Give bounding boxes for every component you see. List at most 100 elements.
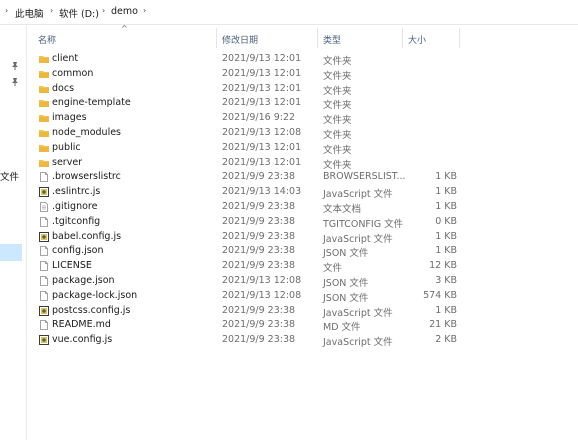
- column-header-date[interactable]: 修改日期: [222, 33, 258, 46]
- file-type: 文件夹: [323, 144, 352, 156]
- nav-item-selected[interactable]: [0, 244, 22, 261]
- file-type: JavaScript 文件: [323, 189, 393, 201]
- breadcrumb-item-drive[interactable]: 软件 (D:): [59, 6, 99, 20]
- column-divider[interactable]: [459, 28, 460, 48]
- file-date: 2021/9/13 12:08: [222, 275, 302, 286]
- file-date: 2021/9/13 12:01: [222, 141, 302, 153]
- folder-icon: [39, 158, 49, 168]
- file-type: 文件夹: [323, 130, 352, 141]
- file-date: 2021/9/9 23:38: [222, 201, 296, 212]
- file-row[interactable]: .tgitconfig 2021/9/9 23:38 TGITCONFIG 文件 0 …: [32, 215, 462, 230]
- file-date: 2021/9/9 23:38: [222, 304, 296, 316]
- file-type: JavaScript 文件: [323, 233, 393, 245]
- file-row[interactable]: public 2021/9/13 12:01 文件夹: [32, 141, 462, 156]
- file-size: 3 KB: [435, 275, 457, 286]
- folder-icon: [39, 84, 49, 94]
- file-type: TGITCONFIG 文件: [323, 218, 404, 230]
- file-size: 2 KB: [435, 334, 457, 346]
- file-name: .eslintrc.js: [52, 186, 101, 198]
- file-name: public: [52, 141, 81, 153]
- file-date: 2021/9/13 12:08: [222, 127, 302, 138]
- file-row[interactable]: config.json 2021/9/9 23:38 JSON 文件 1 KB: [32, 244, 462, 259]
- file-size: 1 KB: [435, 171, 457, 183]
- breadcrumb-item-demo[interactable]: demo: [111, 6, 138, 17]
- breadcrumb-separator-icon[interactable]: ›: [102, 6, 105, 15]
- file-row[interactable]: node_modules 2021/9/13 12:08 文件夹: [32, 126, 462, 141]
- file-size: 12 KB: [429, 260, 457, 272]
- file-size: 21 KB: [429, 319, 457, 331]
- file-row[interactable]: babel.config.js 2021/9/9 23:38 JavaScript …: [32, 230, 462, 245]
- breadcrumb-dropdown-icon[interactable]: ›: [143, 6, 146, 15]
- folder-icon: [39, 113, 49, 123]
- file-name: server: [52, 156, 83, 168]
- file-type: 文本文档: [323, 204, 362, 215]
- navigation-pane[interactable]: 文件: [0, 25, 27, 440]
- file-row[interactable]: images 2021/9/16 9:22 文件夹: [32, 111, 462, 126]
- folder-icon: [39, 54, 49, 64]
- file-size: 1 KB: [435, 186, 457, 198]
- file-date: 2021/9/9 23:38: [222, 171, 296, 183]
- folder-icon: [39, 128, 49, 138]
- file-date: 2021/9/13 12:01: [222, 97, 302, 109]
- file-row[interactable]: README.md 2021/9/9 23:38 MD 文件 21 KB: [32, 318, 462, 333]
- breadcrumb: › 此电脑 › 软件 (D:) › demo ›: [0, 0, 578, 25]
- file-icon: [39, 261, 49, 272]
- file-date: 2021/9/13 12:08: [222, 289, 302, 301]
- file-name: README.md: [52, 319, 111, 331]
- column-divider[interactable]: [216, 28, 217, 48]
- file-row[interactable]: .browserslistrc 2021/9/9 23:38 BROWSERSLIS…: [32, 170, 462, 185]
- file-size: 1 KB: [435, 304, 457, 316]
- breadcrumb-item-this-pc[interactable]: 此电脑: [15, 6, 44, 20]
- file-row[interactable]: common 2021/9/13 12:01 文件夹: [32, 67, 462, 82]
- file-name: docs: [52, 82, 75, 94]
- file-type: 文件夹: [323, 70, 352, 82]
- column-header-type[interactable]: 类型: [323, 33, 341, 46]
- file-type: JSON 文件: [323, 278, 369, 289]
- file-icon: [39, 320, 49, 331]
- file-size: 574 KB: [423, 289, 457, 301]
- file-icon: [39, 216, 49, 227]
- file-date: 2021/9/9 23:38: [222, 260, 296, 272]
- file-name: common: [52, 67, 94, 79]
- file-date: 2021/9/16 9:22: [222, 112, 296, 124]
- js-file-icon: [39, 187, 49, 198]
- file-name: engine-template: [52, 97, 131, 109]
- column-header-name[interactable]: 名称: [38, 33, 56, 46]
- file-row[interactable]: client 2021/9/13 12:01 文件夹: [32, 52, 462, 67]
- js-file-icon: [39, 305, 49, 316]
- file-row[interactable]: LICENSE 2021/9/9 23:38 文件 12 KB: [32, 259, 462, 274]
- file-icon: [39, 246, 49, 257]
- file-row[interactable]: package.json 2021/9/13 12:08 JSON 文件 3 KB: [32, 274, 462, 289]
- file-type: 文件夹: [323, 115, 352, 127]
- file-type: 文件夹: [323, 100, 352, 112]
- file-name: .gitignore: [52, 201, 98, 212]
- file-icon: [39, 276, 49, 286]
- breadcrumb-separator-icon[interactable]: ›: [5, 6, 8, 15]
- file-row[interactable]: engine-template 2021/9/13 12:01 文件夹: [32, 96, 462, 111]
- file-date: 2021/9/13 12:01: [222, 82, 302, 94]
- file-row[interactable]: package-lock.json 2021/9/13 12:08 JSON 文件 5…: [32, 289, 462, 304]
- file-row[interactable]: .eslintrc.js 2021/9/13 14:03 JavaScript 文件…: [32, 185, 462, 200]
- nav-item-label[interactable]: 文件: [0, 169, 19, 183]
- file-name: babel.config.js: [52, 230, 122, 242]
- file-date: 2021/9/13 14:03: [222, 186, 302, 198]
- file-date: 2021/9/13 12:01: [222, 67, 302, 79]
- file-date: 2021/9/13 12:01: [222, 53, 302, 64]
- file-name: postcss.config.js: [52, 304, 131, 316]
- folder-icon: [39, 143, 49, 153]
- file-name: client: [52, 53, 79, 64]
- column-divider[interactable]: [317, 28, 318, 48]
- pin-icon: [12, 62, 18, 70]
- file-row[interactable]: server 2021/9/13 12:01 文件夹: [32, 156, 462, 171]
- text-file-icon: [39, 202, 49, 212]
- file-row[interactable]: postcss.config.js 2021/9/9 23:38 JavaScrip…: [32, 304, 462, 319]
- sort-ascending-icon: ^: [121, 24, 128, 33]
- file-row[interactable]: docs 2021/9/13 12:01 文件夹: [32, 82, 462, 97]
- file-row[interactable]: .gitignore 2021/9/9 23:38 文本文档 1 KB: [32, 200, 462, 215]
- file-row[interactable]: vue.config.js 2021/9/9 23:38 JavaScript 文件…: [32, 333, 462, 348]
- file-type: 文件: [323, 263, 343, 275]
- column-header-size[interactable]: 大小: [408, 33, 426, 46]
- breadcrumb-separator-icon[interactable]: ›: [50, 6, 53, 15]
- file-type: JavaScript 文件: [323, 307, 393, 319]
- column-divider[interactable]: [402, 28, 403, 48]
